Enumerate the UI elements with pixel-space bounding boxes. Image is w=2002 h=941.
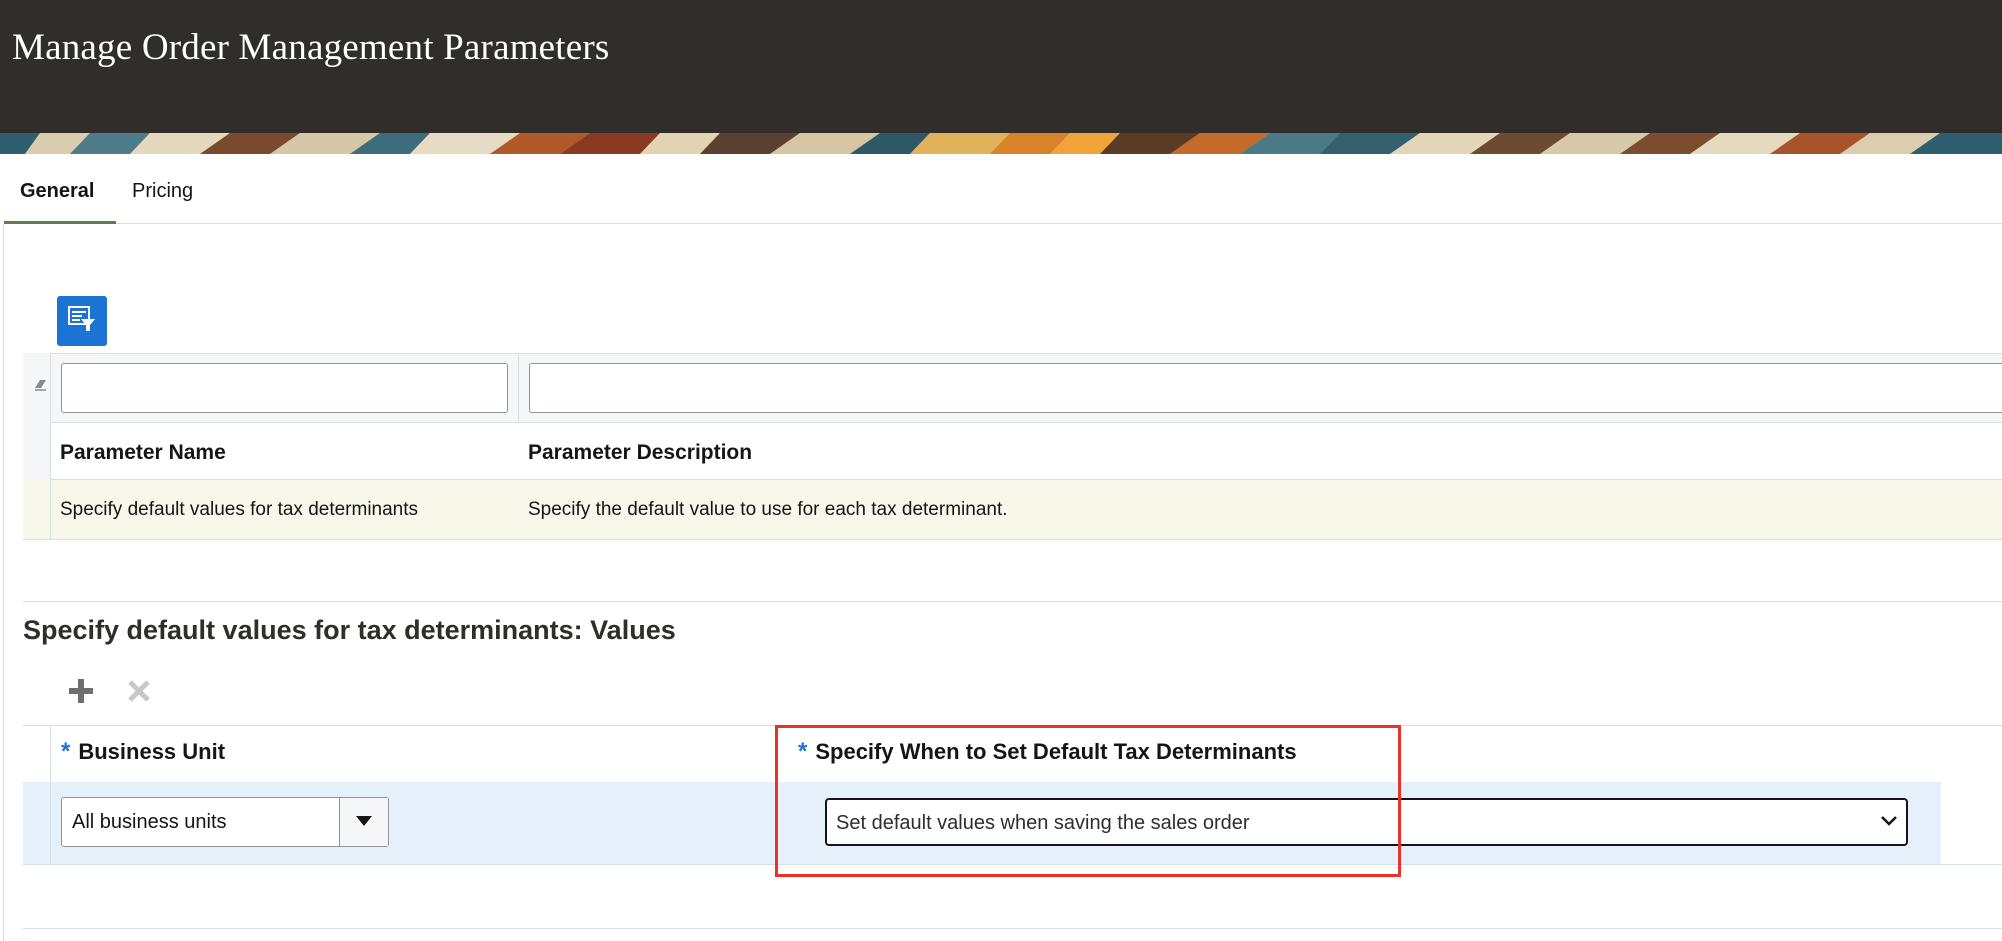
values-section-title: Specify default values for tax determina… (23, 615, 676, 645)
tab-general[interactable]: General (20, 180, 94, 203)
row-gutter (23, 782, 51, 864)
business-unit-value[interactable]: All business units (72, 811, 227, 834)
delete-row-button[interactable] (122, 676, 156, 710)
row-gutter (23, 480, 51, 540)
when-to-set-value: Set default values when saving the sales… (836, 812, 1250, 834)
query-by-example-icon (67, 305, 97, 338)
business-unit-combobox[interactable]: All business units (61, 797, 389, 847)
plus-icon (68, 678, 94, 709)
selected-tab-indicator (4, 221, 116, 224)
page-header: Manage Order Management Parameters (0, 0, 2002, 133)
triangle-down-icon (356, 813, 372, 831)
values-table: * Business Unit * Specify When to Set Defa… (23, 725, 2002, 865)
table-border (23, 725, 2002, 726)
section-divider (23, 601, 2002, 602)
required-indicator: * (61, 738, 71, 765)
column-header-parameter-name[interactable]: Parameter Name (60, 441, 226, 465)
eraser-icon[interactable] (35, 378, 47, 395)
parameter-description-filter-input[interactable] (529, 363, 2002, 413)
column-header-label: Business Unit (78, 739, 226, 764)
column-separator (518, 354, 519, 424)
filter-row (23, 353, 2002, 424)
page-title: Manage Order Management Parameters (12, 27, 610, 68)
x-icon (126, 678, 152, 709)
table-row[interactable]: All business units Set default values wh… (51, 782, 1941, 864)
query-by-example-button[interactable] (57, 296, 107, 346)
parameter-name-cell: Specify default values for tax determina… (60, 499, 419, 520)
column-header-business-unit[interactable]: * Business Unit (61, 738, 225, 766)
add-row-button[interactable] (64, 676, 98, 710)
section-divider (23, 928, 2002, 929)
chevron-down-icon (1880, 814, 1898, 832)
parameter-name-filter-input[interactable] (61, 363, 508, 413)
column-header-parameter-description[interactable]: Parameter Description (528, 441, 752, 465)
required-indicator: * (798, 738, 808, 765)
business-unit-dropdown-button[interactable] (339, 798, 388, 846)
table-border (23, 864, 2002, 865)
header-banner-image (0, 133, 2002, 154)
tab-pricing[interactable]: Pricing (132, 180, 193, 203)
column-header-label: Specify When to Set Default Tax Determin… (815, 739, 1297, 764)
parameters-table: Parameter Name Parameter Description Spe… (23, 353, 2002, 540)
content-border (3, 224, 4, 941)
when-to-set-select[interactable]: Set default values when saving the sales… (825, 798, 1908, 846)
table-row[interactable]: Specify default values for tax determina… (51, 480, 2002, 540)
parameter-description-cell: Specify the default value to use for eac… (528, 499, 1008, 520)
tab-bar: General Pricing (4, 160, 2002, 224)
column-header-when-to-set[interactable]: * Specify When to Set Default Tax Determi… (798, 738, 1297, 766)
table-header-row: Parameter Name Parameter Description (51, 423, 2002, 480)
